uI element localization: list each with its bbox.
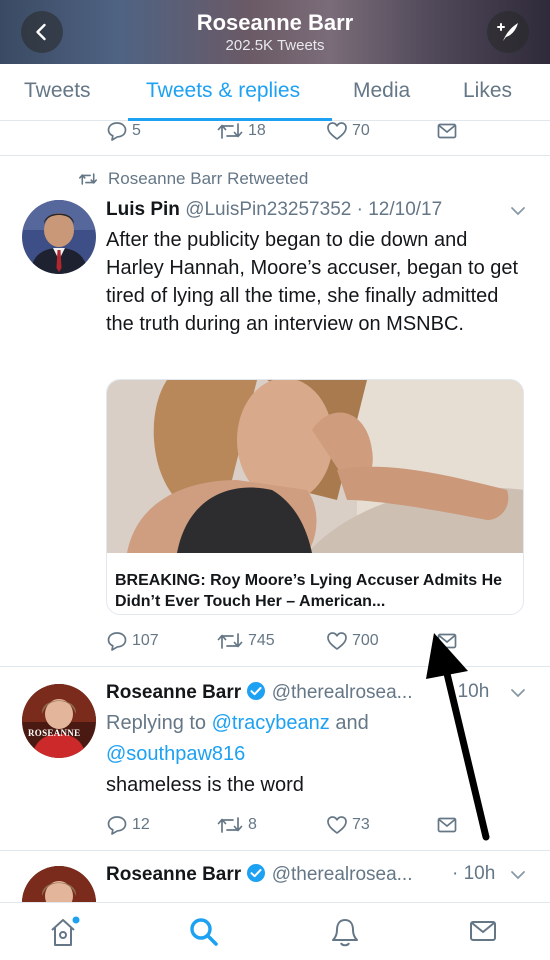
retweet-count: 745: [248, 632, 275, 649]
retweet-count: 8: [248, 816, 257, 833]
card-title: BREAKING: Roy Moore’s Lying Accuser Admi…: [115, 572, 503, 610]
retweet-count: 18: [248, 122, 266, 139]
reply-count: 107: [132, 632, 159, 649]
profile-name: Roseanne Barr: [196, 10, 354, 35]
reply-button[interactable]: 107: [106, 630, 159, 652]
retweet-button[interactable]: 745: [216, 630, 275, 652]
tweet-author-line: Roseanne Barr @therealrosea...: [106, 863, 412, 886]
retweet-icon: [217, 123, 243, 139]
avatar-image: [22, 200, 96, 274]
avatar[interactable]: [22, 200, 96, 274]
tweet-author-line: Luis Pin @LuisPin23257352 · 12/10/17: [106, 199, 442, 221]
tab-tweets[interactable]: Tweets: [24, 79, 91, 103]
tweet-divider: [0, 850, 550, 851]
replying-to-and: and: [329, 712, 369, 734]
reply-count: 5: [132, 122, 141, 139]
search-icon: [190, 918, 218, 946]
compose-button[interactable]: [487, 11, 529, 53]
chevron-down-icon[interactable]: [510, 687, 526, 699]
nav-notifications[interactable]: [330, 916, 360, 953]
reply-icon: [107, 632, 127, 651]
reply-count: 12: [132, 816, 150, 833]
like-button[interactable]: 73: [326, 814, 370, 836]
tab-media[interactable]: Media: [353, 79, 410, 103]
like-button[interactable]: 700: [326, 630, 379, 652]
reply-icon: [107, 122, 127, 141]
author-name[interactable]: Roseanne Barr: [106, 864, 241, 885]
chevron-down-icon[interactable]: [510, 205, 526, 217]
retweet-icon: [217, 633, 243, 649]
replying-to-label: Replying to: [106, 712, 212, 734]
nav-search[interactable]: [188, 916, 220, 953]
tweet-count: 202.5K Tweets: [225, 37, 325, 54]
tweet-text: After the publicity began to die down an…: [106, 229, 519, 335]
tab-likes[interactable]: Likes: [463, 79, 512, 103]
heart-icon: [327, 632, 347, 650]
like-count: 73: [352, 816, 370, 833]
like-button[interactable]: 70: [326, 120, 370, 142]
author-name[interactable]: Luis Pin: [106, 199, 180, 220]
heart-icon: [327, 816, 347, 834]
retweet-button[interactable]: 18: [216, 120, 266, 142]
compose-tweet-icon: [497, 23, 518, 41]
tweet-time: · 10h: [452, 863, 496, 884]
avatar-image: [22, 684, 96, 758]
replying-to: Replying to @tracybeanz and @southpaw816: [106, 708, 369, 770]
author-handle: @therealrosea...: [271, 864, 413, 885]
like-count: 70: [352, 122, 370, 139]
bell-icon: [332, 919, 358, 947]
nav-messages[interactable]: [468, 916, 498, 951]
author-name[interactable]: Roseanne Barr: [106, 682, 241, 703]
avatar[interactable]: ROSEANNE: [22, 684, 96, 758]
author-handle-date: @LuisPin23257352 · 12/10/17: [185, 199, 443, 220]
retweet-icon: [79, 173, 98, 185]
envelope-icon: [437, 123, 457, 139]
home-icon: [51, 916, 80, 946]
card-image: [107, 380, 523, 553]
like-count: 700: [352, 632, 379, 649]
mention-link[interactable]: @tracybeanz: [212, 712, 330, 734]
tweet-author-line: Roseanne Barr @therealrosea...: [106, 681, 412, 704]
bottom-tab-bar: [0, 902, 550, 960]
direct-message-button[interactable]: [436, 120, 458, 142]
link-card[interactable]: BREAKING: Roy Moore’s Lying Accuser Admi…: [106, 379, 524, 615]
profile-header: Roseanne Barr 202.5K Tweets: [0, 0, 550, 64]
reply-icon: [107, 816, 127, 835]
chevron-down-icon[interactable]: [510, 869, 526, 881]
reply-button[interactable]: 12: [106, 814, 150, 836]
retweet-context: Roseanne Barr Retweeted: [78, 169, 308, 189]
retweet-button[interactable]: 8: [216, 814, 257, 836]
tweet-actions: 5 18 70: [106, 120, 486, 144]
annotation-arrow: [426, 633, 490, 841]
profile-tabs: Tweets Tweets & replies Media Likes: [0, 64, 550, 121]
envelope-icon: [470, 921, 496, 941]
retweet-icon: [217, 817, 243, 833]
retweeted-by-label: Roseanne Barr Retweeted: [108, 169, 309, 188]
avatar-logo-text: ROSEANNE: [28, 728, 81, 738]
reply-button[interactable]: 5: [106, 120, 141, 142]
tweet-divider: [0, 155, 550, 156]
nav-home[interactable]: [48, 916, 82, 953]
heart-icon: [327, 122, 347, 140]
verified-badge-icon: [247, 682, 266, 700]
mention-link[interactable]: @southpaw816: [106, 743, 245, 765]
tab-tweets-and-replies[interactable]: Tweets & replies: [146, 79, 300, 103]
author-handle: @therealrosea...: [271, 682, 413, 703]
verified-badge-icon: [247, 864, 266, 882]
